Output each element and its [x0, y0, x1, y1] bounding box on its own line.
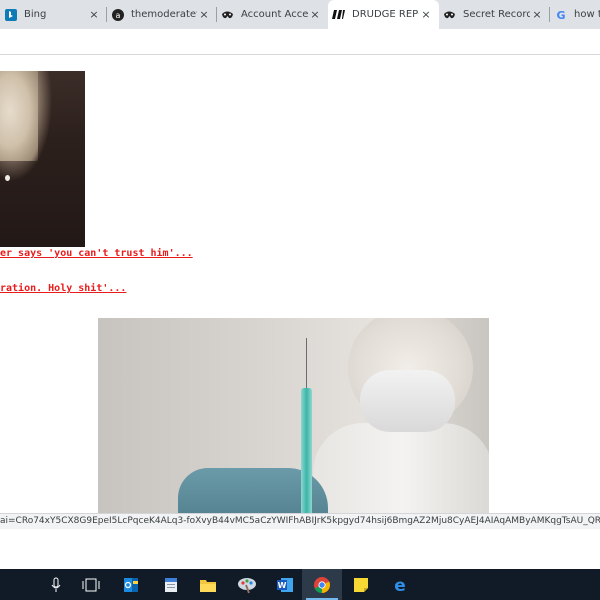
close-icon[interactable]: × [530, 8, 544, 21]
task-view-icon[interactable] [71, 569, 111, 600]
tab-google-search[interactable]: G how t [550, 0, 600, 29]
tab-account-access[interactable]: Account Access × [217, 0, 328, 29]
outlook-icon[interactable] [111, 569, 151, 600]
link-status-url: ai=CRo74xY5CX8G9EpeI5LcPqceK4ALq3-foXvyB… [0, 513, 600, 529]
browser-toolbar [0, 29, 600, 55]
tab-secret-recording[interactable]: Secret Recordin × [439, 0, 550, 29]
tab-bing[interactable]: Bing × [0, 0, 107, 29]
page-content: er says 'you can't trust him'... ration.… [0, 55, 600, 513]
vaccine-photo[interactable] [98, 318, 489, 513]
headline-photo[interactable] [0, 71, 85, 247]
sticky-notes-icon[interactable] [341, 569, 381, 600]
document-viewer-icon[interactable] [151, 569, 191, 600]
close-icon[interactable]: × [308, 8, 322, 21]
edge-icon[interactable]: e [380, 569, 420, 600]
eye-mask-icon [221, 8, 234, 21]
bing-icon [4, 8, 17, 21]
a-circle-icon: a [111, 8, 124, 21]
svg-text:a: a [115, 11, 120, 20]
eye-mask-icon [443, 8, 456, 21]
tab-themoderatevoice[interactable]: a themoderatevo × [107, 0, 217, 29]
tab-strip: Bing × a themoderatevo × Account Access … [0, 0, 600, 29]
word-icon[interactable]: W [265, 569, 305, 600]
chrome-icon[interactable] [302, 569, 342, 600]
tab-drudge-report[interactable]: DRUDGE REPOR × [328, 0, 439, 29]
headline-link[interactable]: ration. Holy shit'... [0, 283, 126, 294]
svg-text:G: G [556, 9, 565, 21]
tab-title: Bing [24, 9, 47, 20]
tab-title: Secret Recordin [463, 9, 530, 20]
tab-title: how t [574, 9, 600, 20]
svg-text:e: e [394, 576, 406, 594]
tab-title: DRUDGE REPOR [352, 9, 419, 20]
file-explorer-icon[interactable] [188, 569, 228, 600]
tab-title: themoderatevo [131, 9, 197, 20]
paint-icon[interactable] [227, 569, 267, 600]
close-icon[interactable]: × [419, 8, 433, 21]
headline-link[interactable]: er says 'you can't trust him'... [0, 248, 193, 259]
close-icon[interactable]: × [87, 8, 101, 21]
tab-title: Account Access [241, 9, 308, 20]
taskbar: W e [0, 569, 600, 600]
microphone-icon[interactable] [36, 569, 76, 600]
google-icon: G [554, 8, 567, 21]
close-icon[interactable]: × [197, 8, 211, 21]
svg-text:W: W [278, 581, 287, 590]
drudge-icon [332, 8, 345, 21]
